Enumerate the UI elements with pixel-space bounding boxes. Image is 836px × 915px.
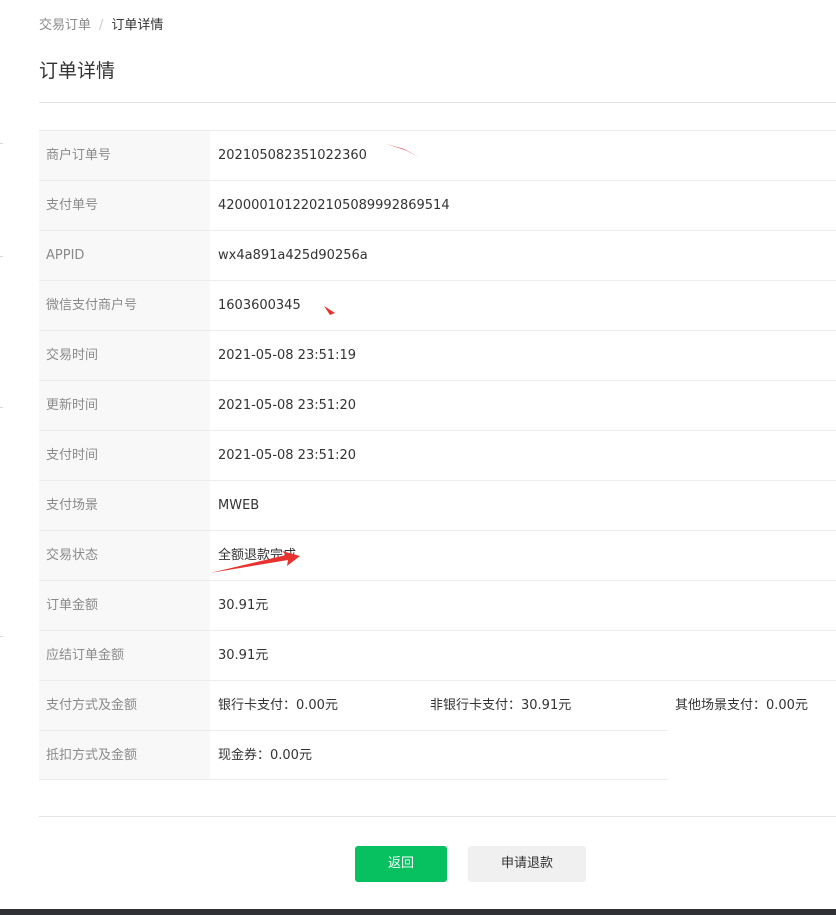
detail-row-pay-time: 支付时间 2021-05-08 23:51:20 (39, 430, 836, 480)
bank-card-payment: 银行卡支付：0.00元 (218, 698, 338, 713)
detail-value: 30.91元 (218, 598, 269, 613)
detail-value: 4200001012202105089992869514 (218, 198, 450, 213)
detail-value: 2021-05-08 23:51:19 (218, 348, 357, 363)
detail-label: 支付方式及金额 (39, 681, 210, 730)
detail-label: 微信支付商户号 (39, 281, 210, 330)
detail-label: 抵扣方式及金额 (39, 731, 210, 779)
detail-row-wechat-merchant-id: 微信支付商户号 1603600345 (39, 280, 836, 330)
payment-methods-value: 银行卡支付：0.00元 非银行卡支付：30.91元 其他场景支付：0.00元 (210, 681, 836, 730)
detail-label: 交易时间 (39, 331, 210, 380)
detail-label: APPID (39, 231, 210, 280)
detail-row-merchant-order-no: 商户订单号 202105082351022360 (39, 130, 836, 180)
order-detail-table: 商户订单号 202105082351022360 支付单号 4200001012… (39, 130, 836, 780)
detail-row-settlement-amount: 应结订单金额 30.91元 (39, 630, 836, 680)
detail-label: 更新时间 (39, 381, 210, 430)
back-button[interactable]: 返回 (355, 846, 447, 882)
detail-row-trade-status: 交易状态 全额退款完成 (39, 530, 836, 580)
detail-value: 1603600345 (218, 298, 301, 313)
detail-value: 2021-05-08 23:51:20 (218, 448, 357, 463)
detail-row-payment-no: 支付单号 4200001012202105089992869514 (39, 180, 836, 230)
page-title: 订单详情 (39, 60, 116, 82)
detail-label: 订单金额 (39, 581, 210, 630)
detail-value: 2021-05-08 23:51:20 (218, 398, 357, 413)
detail-row-trade-time: 交易时间 2021-05-08 23:51:19 (39, 330, 836, 380)
bottom-divider (39, 816, 836, 817)
detail-value: wx4a891a425d90256a (218, 248, 368, 263)
detail-label: 支付场景 (39, 481, 210, 530)
detail-value: 现金券：0.00元 (218, 748, 312, 763)
detail-row-appid: APPID wx4a891a425d90256a (39, 230, 836, 280)
detail-label: 交易状态 (39, 531, 210, 580)
detail-row-order-amount: 订单金额 30.91元 (39, 580, 836, 630)
detail-label: 商户订单号 (39, 131, 210, 180)
detail-row-payment-methods: 支付方式及金额 银行卡支付：0.00元 非银行卡支付：30.91元 其他场景支付… (39, 680, 836, 730)
taskbar-strip (0, 909, 836, 915)
breadcrumb-separator: / (99, 18, 104, 33)
detail-value: 202105082351022360 (218, 148, 367, 163)
detail-value: 30.91元 (218, 648, 269, 663)
non-bank-card-payment: 非银行卡支付：30.91元 (430, 698, 572, 713)
other-scene-payment: 其他场景支付：0.00元 (675, 698, 808, 713)
detail-value: MWEB (218, 498, 260, 513)
breadcrumb: 交易订单 / 订单详情 (39, 17, 163, 35)
trade-status-value: 全额退款完成 (218, 548, 297, 563)
title-divider (39, 102, 836, 103)
apply-refund-button[interactable]: 申请退款 (468, 846, 586, 882)
breadcrumb-link-trade-orders[interactable]: 交易订单 (39, 18, 91, 33)
detail-label: 支付时间 (39, 431, 210, 480)
detail-label: 支付单号 (39, 181, 210, 230)
detail-row-pay-scene: 支付场景 MWEB (39, 480, 836, 530)
detail-label: 应结订单金额 (39, 631, 210, 680)
detail-row-deduction: 抵扣方式及金额 现金券：0.00元 (39, 730, 668, 780)
breadcrumb-current: 订单详情 (111, 18, 164, 33)
detail-row-update-time: 更新时间 2021-05-08 23:51:20 (39, 380, 836, 430)
